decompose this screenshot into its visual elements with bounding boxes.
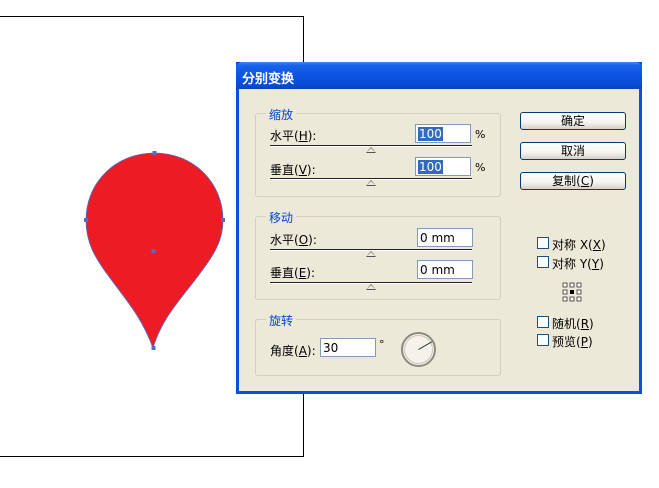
rotation-dial-icon[interactable]	[400, 331, 437, 368]
scale-vertical-unit: %	[475, 161, 486, 174]
scale-horizontal-label: 水平(H):	[270, 129, 317, 143]
move-horizontal-slider-thumb[interactable]	[366, 251, 376, 257]
preview-label[interactable]: 预览(P)	[552, 333, 593, 350]
cancel-button[interactable]: 取消	[520, 142, 626, 160]
scale-vertical-slider-thumb[interactable]	[366, 180, 376, 186]
rotate-angle-label: 角度(A):	[270, 344, 316, 358]
teardrop-shape[interactable]	[82, 148, 227, 358]
move-vertical-label: 垂直(E):	[270, 266, 316, 280]
scale-horizontal-input[interactable]: 100	[415, 124, 471, 143]
reflect-x-label[interactable]: 对称 X(X)	[552, 236, 606, 253]
scale-horizontal-slider-thumb[interactable]	[366, 147, 376, 153]
copy-button[interactable]: 复制(C)	[520, 172, 626, 190]
rotate-angle-input[interactable]: 30	[320, 338, 376, 357]
reference-point-grid-icon[interactable]	[562, 282, 582, 302]
move-legend: 移动	[266, 209, 297, 226]
move-horizontal-input[interactable]: 0 mm	[417, 228, 473, 247]
scale-legend: 缩放	[266, 106, 297, 123]
scale-horizontal-unit: %	[475, 128, 486, 141]
move-vertical-input[interactable]: 0 mm	[417, 260, 473, 279]
rotate-angle-unit: °	[379, 338, 385, 351]
ok-button[interactable]: 确定	[520, 112, 626, 130]
preview-checkbox[interactable]	[537, 334, 549, 346]
dialog-title: 分别变换	[242, 72, 295, 87]
reflect-y-label[interactable]: 对称 Y(Y)	[552, 255, 604, 272]
dialog-title-bar[interactable]: 分别变换	[236, 62, 642, 89]
transform-each-dialog: 分别变换 缩放 水平(H): 100 % 垂直(V): 100 % 移动 水平(…	[236, 62, 642, 394]
reflect-y-checkbox[interactable]	[537, 256, 549, 268]
move-horizontal-label: 水平(O):	[270, 233, 317, 247]
move-vertical-slider-thumb[interactable]	[366, 284, 376, 290]
scale-vertical-input[interactable]: 100	[415, 157, 471, 176]
rotate-legend: 旋转	[266, 312, 297, 329]
scale-vertical-label: 垂直(V):	[270, 163, 316, 177]
random-label[interactable]: 随机(R)	[552, 315, 594, 332]
reflect-x-checkbox[interactable]	[537, 237, 549, 249]
random-checkbox[interactable]	[537, 316, 549, 328]
